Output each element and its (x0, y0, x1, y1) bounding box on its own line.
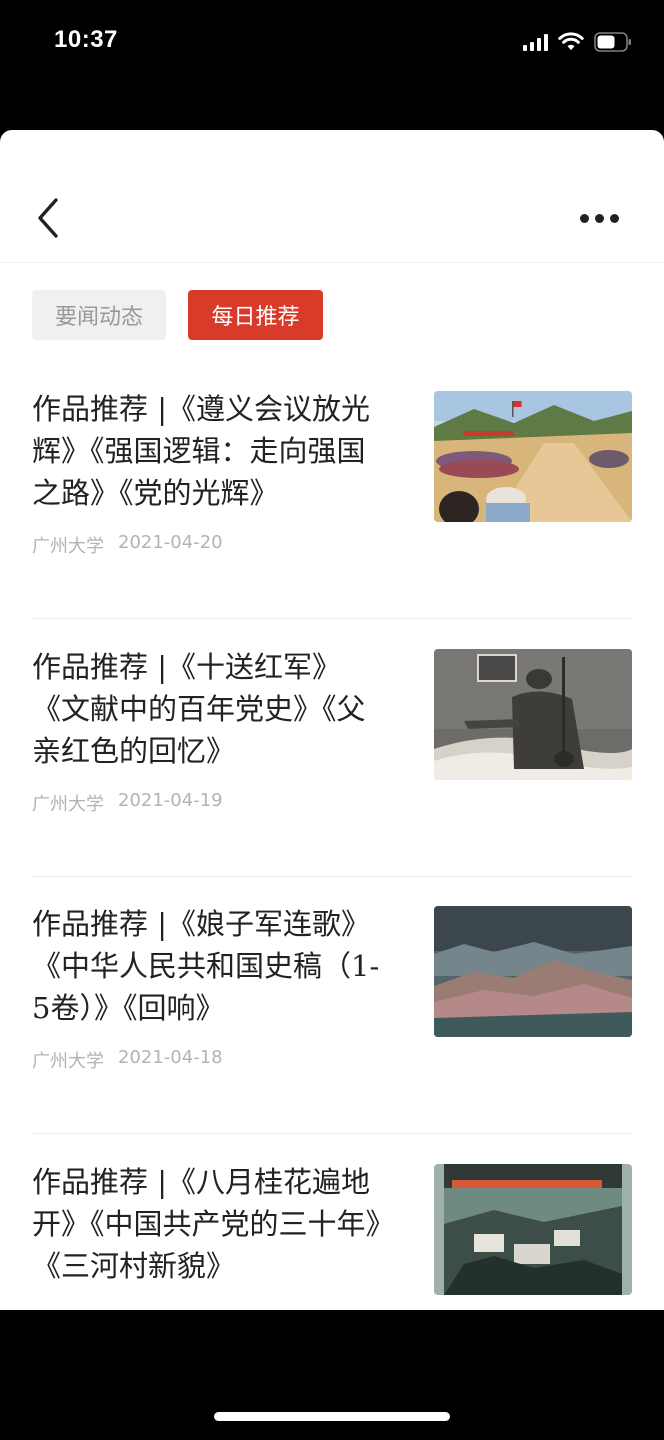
status-bar: 10:37 (0, 0, 664, 84)
article-title: 作品推荐 |《娘子军连歌》《中华人民共和国史稿（1-5卷）》《回响》 (32, 907, 380, 1025)
divider (32, 875, 632, 877)
article-title: 作品推荐 |《遵义会议放光辉》《强国逻辑：走向强国之路》《党的光辉》 (32, 392, 370, 510)
article-title: 作品推荐 |《十送红军》《文献中的百年党史》《父亲红色的回忆》 (32, 649, 366, 768)
article-thumbnail (434, 1163, 632, 1295)
article-date: 2021-04-18 (118, 1047, 223, 1068)
article-source: 广州大学 (32, 1051, 104, 1072)
tab-news[interactable]: 要闻动态 (32, 290, 166, 340)
article-thumbnail (434, 648, 632, 780)
tab-daily-recommendation[interactable]: 每日推荐 (188, 290, 323, 340)
article-meta: 广州大学 2021-04-20 (32, 532, 223, 558)
cellular-signal-icon (523, 33, 548, 51)
home-indicator[interactable] (214, 1412, 450, 1421)
more-options-button[interactable] (580, 208, 624, 228)
article-meta: 广州大学 2021-04-18 (32, 1047, 223, 1073)
article-list: 作品推荐 |《遵义会议放光辉》《强国逻辑：走向强国之路》《党的光辉》 广州大学 … (0, 388, 664, 1310)
article-item[interactable]: 作品推荐 |《十送红军》《文献中的百年党史》《父亲红色的回忆》 广州大学 202… (0, 646, 664, 904)
back-button[interactable] (30, 196, 70, 240)
article-source: 广州大学 (32, 793, 104, 815)
article-source: 广州大学 (32, 536, 104, 557)
nav-bar (0, 130, 664, 263)
article-item[interactable]: 作品推荐 |《八月桂花遍地开》《中国共产党的三十年》《三河村新貌》 (0, 1161, 664, 1311)
article-thumbnail (434, 391, 632, 522)
article-thumbnail (434, 906, 632, 1037)
status-time: 10:37 (54, 26, 118, 53)
category-tabs: 要闻动态 每日推荐 (32, 290, 323, 340)
article-item[interactable]: 作品推荐 |《遵义会议放光辉》《强国逻辑：走向强国之路》《党的光辉》 广州大学 … (0, 388, 664, 646)
more-dot-icon (580, 213, 589, 223)
divider (32, 1133, 632, 1134)
article-item[interactable]: 作品推荐 |《娘子军连歌》《中华人民共和国史稿（1-5卷）》《回响》 广州大学 … (0, 903, 664, 1161)
chevron-left-icon (38, 198, 58, 238)
more-dot-icon (610, 213, 619, 223)
content-sheet: 要闻动态 每日推荐 作品推荐 |《遵义会议放光辉》《强国逻辑：走向强国之路》《党… (0, 130, 664, 1310)
article-title: 作品推荐 |《八月桂花遍地开》《中国共产党的三十年》《三河村新貌》 (32, 1164, 381, 1283)
article-date: 2021-04-20 (118, 532, 223, 553)
wifi-icon (558, 32, 584, 50)
more-dot-icon (595, 213, 604, 223)
divider (32, 618, 632, 619)
status-icons (523, 30, 632, 54)
battery-icon (594, 32, 631, 52)
article-meta: 广州大学 2021-04-19 (32, 790, 223, 816)
article-date: 2021-04-19 (118, 789, 223, 811)
